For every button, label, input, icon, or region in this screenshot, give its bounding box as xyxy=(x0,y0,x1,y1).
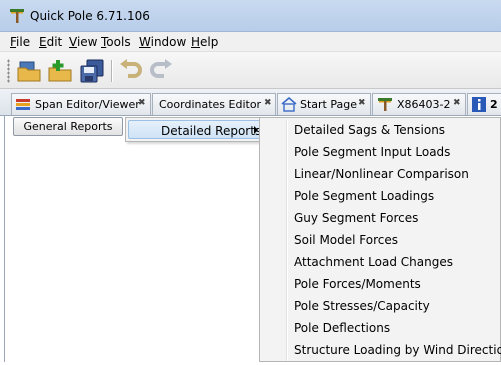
menu-edit[interactable]: Edit xyxy=(39,35,62,49)
menu-item-guy-segment-forces[interactable]: Guy Segment Forces xyxy=(294,211,418,233)
menu-item-pole-forces-moments[interactable]: Pole Forces/Moments xyxy=(294,277,421,299)
general-reports-button[interactable]: General Reports xyxy=(13,117,123,136)
menu-gutter xyxy=(286,120,288,361)
tab-span-editor[interactable]: Span Editor/Viewer ✖ xyxy=(11,93,151,115)
menu-window[interactable]: Window xyxy=(139,35,186,49)
menu-bar: File Edit View Tools Window Help xyxy=(0,32,501,52)
menu-item-detailed-reports[interactable]: Detailed Reports xyxy=(128,120,264,139)
span-editor-icon xyxy=(16,99,30,110)
close-icon[interactable]: ✖ xyxy=(264,98,272,108)
open-folder-icon[interactable] xyxy=(16,58,42,84)
tab-start-page[interactable]: Start Page ✖ xyxy=(277,93,371,115)
menu-help[interactable]: Help xyxy=(191,35,218,49)
panel-border xyxy=(4,116,5,362)
redo-icon[interactable] xyxy=(148,58,174,84)
detailed-reports-submenu: Detailed Sags & Tensions Pole Segment In… xyxy=(259,117,501,362)
close-icon[interactable]: ✖ xyxy=(453,98,461,108)
menu-file[interactable]: File xyxy=(10,35,30,49)
menu-item-attachment-load-changes[interactable]: Attachment Load Changes xyxy=(294,255,453,277)
menu-item-soil-model-forces[interactable]: Soil Model Forces xyxy=(294,233,398,255)
info-icon xyxy=(472,97,486,112)
new-folder-icon[interactable] xyxy=(47,58,73,84)
pole-icon xyxy=(10,9,24,23)
reports-menu: Detailed Reports xyxy=(125,117,267,142)
window-title: Quick Pole 6.71.106 xyxy=(30,9,150,23)
tab-x86403-2[interactable]: X86403-2 ✖ xyxy=(372,93,466,115)
tab-coordinates-editor[interactable]: Coordinates Editor ✖ xyxy=(152,93,276,115)
menu-item-pole-segment-input-loads[interactable]: Pole Segment Input Loads xyxy=(294,145,450,167)
menu-item-pole-segment-loadings[interactable]: Pole Segment Loadings xyxy=(294,189,434,211)
menu-view[interactable]: View xyxy=(69,35,97,49)
menu-item-linear-nonlinear-comparison[interactable]: Linear/Nonlinear Comparison xyxy=(294,167,469,189)
toolbar xyxy=(0,52,501,89)
tab-strip: Span Editor/Viewer ✖ Coordinates Editor … xyxy=(0,89,501,116)
pole-icon xyxy=(378,98,392,111)
save-icon[interactable] xyxy=(79,58,105,84)
home-icon xyxy=(281,97,297,112)
menu-tools[interactable]: Tools xyxy=(101,35,131,49)
close-icon[interactable]: ✖ xyxy=(358,98,366,108)
submenu-arrow-icon xyxy=(254,126,258,134)
tab-2[interactable]: 2 xyxy=(467,93,501,115)
toolbar-separator xyxy=(111,60,113,82)
undo-icon[interactable] xyxy=(118,58,144,84)
toolbar-grip-icon[interactable] xyxy=(7,59,10,83)
title-bar: Quick Pole 6.71.106 xyxy=(0,0,501,32)
menu-item-detailed-sags-tensions[interactable]: Detailed Sags & Tensions xyxy=(294,123,445,145)
menu-item-pole-stresses-capacity[interactable]: Pole Stresses/Capacity xyxy=(294,299,430,321)
menu-item-pole-deflections[interactable]: Pole Deflections xyxy=(294,321,390,343)
close-icon[interactable]: ✖ xyxy=(138,98,146,108)
